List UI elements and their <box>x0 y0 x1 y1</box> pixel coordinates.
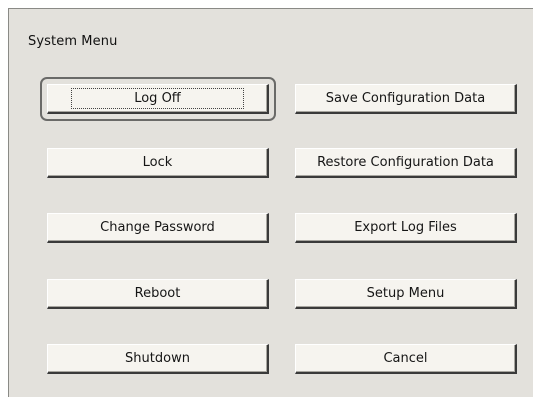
log-off-button-label: Log Off <box>71 88 244 109</box>
restore-configuration-data-button[interactable]: Restore Configuration Data <box>295 148 517 178</box>
change-password-button-label: Change Password <box>100 220 215 235</box>
cancel-button[interactable]: Cancel <box>295 344 517 374</box>
shutdown-button-label: Shutdown <box>125 351 190 366</box>
save-configuration-data-button-label: Save Configuration Data <box>325 91 486 106</box>
setup-menu-button[interactable]: Setup Menu <box>295 279 517 309</box>
save-configuration-data-button[interactable]: Save Configuration Data <box>295 84 517 114</box>
lock-button-label: Lock <box>142 155 173 170</box>
change-password-button[interactable]: Change Password <box>47 213 269 243</box>
setup-menu-button-label: Setup Menu <box>366 286 445 301</box>
system-menu-dialog <box>8 8 533 397</box>
export-log-files-button[interactable]: Export Log Files <box>295 213 517 243</box>
shutdown-button[interactable]: Shutdown <box>47 344 269 374</box>
lock-button[interactable]: Lock <box>47 148 269 178</box>
restore-configuration-data-button-label: Restore Configuration Data <box>317 155 494 170</box>
log-off-button[interactable]: Log Off <box>47 84 269 114</box>
reboot-button[interactable]: Reboot <box>47 279 269 309</box>
cancel-button-label: Cancel <box>383 351 428 366</box>
dialog-title: System Menu <box>28 34 118 49</box>
export-log-files-button-label: Export Log Files <box>354 220 457 235</box>
reboot-button-label: Reboot <box>134 286 181 301</box>
